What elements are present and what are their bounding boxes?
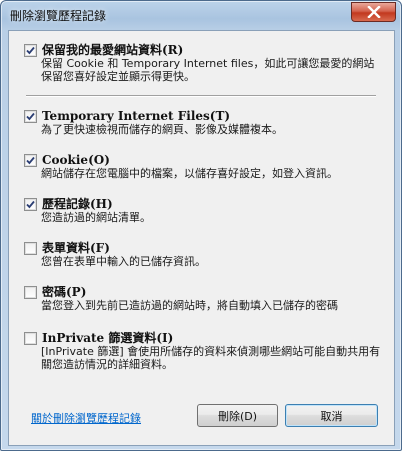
passwords-checkbox[interactable] <box>24 286 37 299</box>
option-description: 為了更快速檢視而儲存的網頁、影像及媒體複本。 <box>41 123 283 136</box>
option-label: 表單資料(F) <box>42 241 110 255</box>
option-temporary-internet-files: Temporary Internet Files(T) 為了更快速檢視而儲存的網… <box>24 109 374 136</box>
delete-button[interactable]: 刪除(D) <box>197 404 278 427</box>
about-delete-history-link[interactable]: 關於刪除瀏覽歷程記錄 <box>31 410 141 426</box>
close-button[interactable] <box>351 2 396 22</box>
cancel-button-label: 取消 <box>320 409 343 423</box>
option-description: 您曾在表單中輸入的已儲存資訊。 <box>41 255 206 268</box>
delete-button-label: 刪除(D) <box>217 409 258 423</box>
separator <box>26 95 376 97</box>
option-cookies: Cookie(O) 網站儲存在您電腦中的檔案，以儲存喜好設定，如登入資訊。 <box>24 153 374 180</box>
checkmark-icon <box>26 112 35 121</box>
checkmark-icon <box>26 156 35 165</box>
option-inprivate-filtering: InPrivate 篩選資料(I) [InPrivate 篩選] 會使用所儲存的… <box>24 331 380 371</box>
option-label: InPrivate 篩選資料(I) <box>42 331 174 345</box>
option-label: 歷程記錄(H) <box>42 197 113 211</box>
checkmark-icon <box>26 200 35 209</box>
option-label: Temporary Internet Files(T) <box>42 109 231 123</box>
temporary-files-checkbox[interactable] <box>24 110 37 123</box>
option-history: 歷程記錄(H) 您造訪過的網站清單。 <box>24 197 374 224</box>
dialog-content: 保留我的最愛網站資料(R) 保留 Cookie 和 Temporary Inte… <box>8 30 395 446</box>
preserve-favorites-checkbox[interactable] <box>24 44 37 57</box>
window-title: 刪除瀏覽歷程記錄 <box>10 9 107 23</box>
option-description: 網站儲存在您電腦中的檔案，以儲存喜好設定，如登入資訊。 <box>41 167 338 180</box>
delete-browsing-history-dialog: 刪除瀏覽歷程記錄 保留我的最愛網站資料(R) 保留 Cookie 和 Tempo… <box>0 0 402 451</box>
close-icon <box>366 6 381 18</box>
checkmark-icon <box>26 46 35 55</box>
history-checkbox[interactable] <box>24 198 37 211</box>
cancel-button[interactable]: 取消 <box>285 404 378 427</box>
inprivate-filtering-checkbox[interactable] <box>24 332 37 345</box>
option-description: [InPrivate 篩選] 會使用所儲存的資料來偵測哪些網站可能自動共用有關您… <box>41 345 381 371</box>
option-label: 密碼(P) <box>42 285 87 299</box>
title-bar[interactable]: 刪除瀏覽歷程記錄 <box>1 1 401 29</box>
cookies-checkbox[interactable] <box>24 154 37 167</box>
option-label: Cookie(O) <box>42 153 110 167</box>
option-form-data: 表單資料(F) 您曾在表單中輸入的已儲存資訊。 <box>24 241 374 268</box>
option-description: 保留 Cookie 和 Temporary Internet files，如此可… <box>41 57 375 83</box>
form-data-checkbox[interactable] <box>24 242 37 255</box>
option-description: 當您登入到先前已造訪過的網站時，將自動填入已儲存的密碼 <box>41 299 338 312</box>
option-description: 您造訪過的網站清單。 <box>41 211 151 224</box>
option-passwords: 密碼(P) 當您登入到先前已造訪過的網站時，將自動填入已儲存的密碼 <box>24 285 374 312</box>
option-preserve-favorites: 保留我的最愛網站資料(R) 保留 Cookie 和 Temporary Inte… <box>24 43 374 83</box>
option-label: 保留我的最愛網站資料(R) <box>42 43 184 57</box>
